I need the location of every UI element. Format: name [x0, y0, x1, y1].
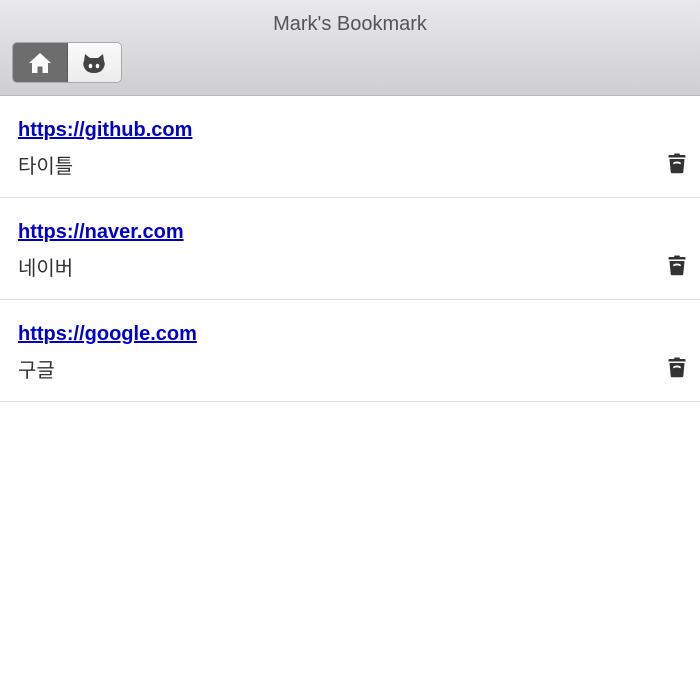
- home-icon: [28, 52, 51, 73]
- bookmark-title: 구글: [18, 360, 55, 382]
- trash-icon[interactable]: [668, 356, 686, 378]
- bookmark-link[interactable]: https://github.com: [18, 119, 192, 142]
- bookmark-list: https://github.com 타이틀 https://naver.com…: [0, 96, 700, 402]
- nav-button-group: [12, 42, 122, 83]
- page-title: Mark's Bookmark: [273, 13, 427, 35]
- app-header: Mark's Bookmark: [0, 0, 700, 96]
- bookmark-title: 타이틀: [18, 156, 74, 178]
- bookmark-link[interactable]: https://naver.com: [18, 221, 184, 244]
- trash-icon[interactable]: [668, 254, 686, 276]
- list-item: https://github.com 타이틀: [0, 96, 700, 198]
- bookmark-title: 네이버: [18, 258, 74, 280]
- bookmark-link[interactable]: https://google.com: [18, 323, 197, 346]
- github-icon: [83, 53, 105, 73]
- trash-icon[interactable]: [668, 152, 686, 174]
- list-item: https://naver.com 네이버: [0, 198, 700, 300]
- home-button[interactable]: [13, 43, 68, 82]
- github-button[interactable]: [67, 43, 121, 82]
- list-item: https://google.com 구글: [0, 300, 700, 402]
